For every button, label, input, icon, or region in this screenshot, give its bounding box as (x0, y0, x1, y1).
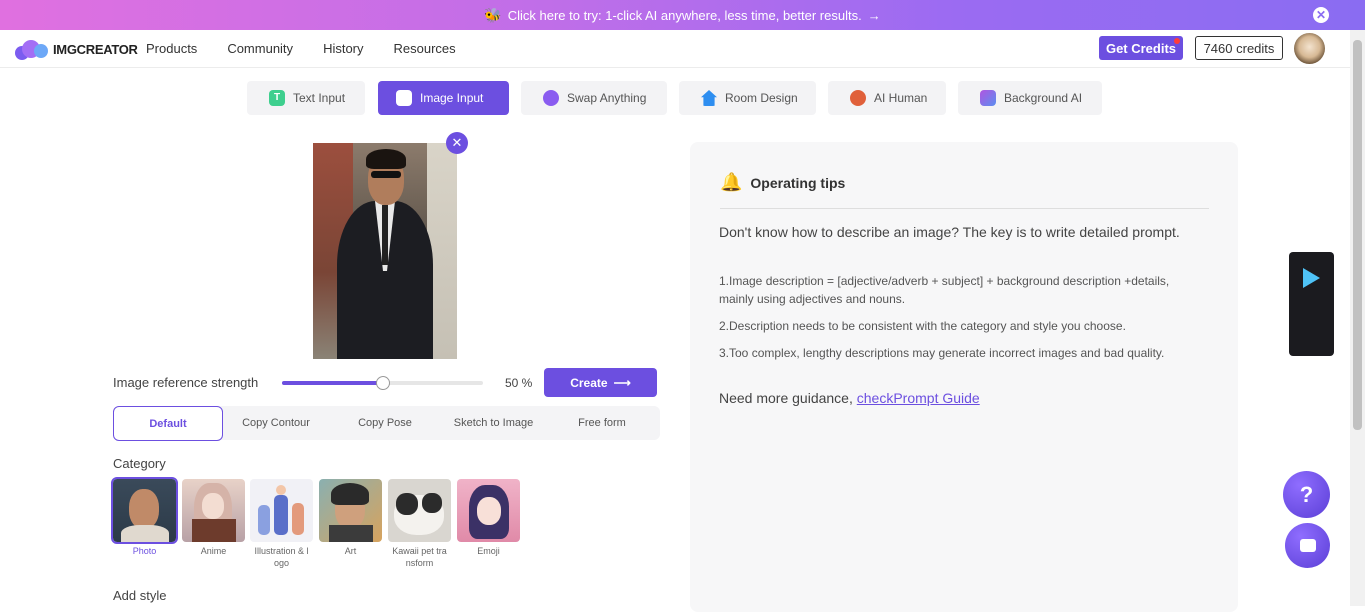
logo[interactable]: IMGCREATOR (15, 38, 138, 60)
category-emoji-label: Emoji (477, 546, 500, 556)
strength-slider-fill (282, 381, 383, 385)
strength-slider-handle[interactable] (375, 376, 390, 390)
tab-swap-anything[interactable]: Swap Anything (521, 81, 667, 115)
guidance-text: Need more guidance, (719, 390, 857, 406)
category-photo-thumb (111, 477, 178, 544)
google-play-icon[interactable] (1303, 268, 1320, 288)
arrow-right-icon: → (867, 7, 881, 23)
tip-item-2: 2.Description needs to be consistent wit… (719, 319, 1126, 333)
category-anime[interactable]: Anime (182, 479, 245, 557)
face-icon (850, 90, 866, 106)
tips-intro: Don't know how to describe an image? The… (719, 224, 1180, 240)
chat-button[interactable] (1285, 523, 1330, 568)
logo-icon (15, 38, 49, 60)
notification-dot (1174, 38, 1180, 44)
nav-links: Products Community History Resources (146, 41, 486, 56)
nav-community[interactable]: Community (227, 41, 293, 56)
guidance-line: Need more guidance, checkPrompt Guide (719, 390, 980, 406)
avatar[interactable] (1294, 33, 1325, 64)
tab-ai-human-label: AI Human (874, 91, 928, 105)
image-icon (396, 90, 412, 106)
apple-icon[interactable] (1301, 318, 1321, 340)
nav-products[interactable]: Products (146, 41, 197, 56)
promo-banner-text[interactable]: Click here to try: 1-click AI anywhere, … (508, 8, 862, 23)
tab-room-design-label: Room Design (725, 91, 798, 105)
prompt-guide-link[interactable]: checkPrompt Guide (857, 390, 980, 406)
create-label: Create (570, 375, 608, 390)
mode-copy-pose[interactable]: Copy Pose (337, 406, 433, 440)
strength-slider[interactable] (282, 376, 483, 390)
category-emoji[interactable]: Emoji (457, 479, 520, 557)
tab-image-input[interactable]: Image Input (378, 81, 509, 115)
tips-header: 🔔 Operating tips (720, 172, 845, 193)
tip-item-1: 1.Image description = [adjective/adverb … (719, 274, 1170, 306)
operating-tips-panel: 🔔 Operating tips Don't know how to descr… (690, 142, 1238, 612)
tips-title: Operating tips (750, 174, 846, 191)
remove-image-button[interactable]: ✕ (446, 132, 468, 154)
nav-resources[interactable]: Resources (394, 41, 456, 56)
help-button[interactable]: ? (1283, 471, 1330, 518)
chat-icon (1299, 539, 1316, 552)
layers-icon (980, 90, 996, 106)
category-illustration-label: Illustration & l ogo (254, 546, 309, 568)
palette-icon (543, 90, 559, 106)
logo-text: IMGCREATOR (53, 41, 138, 57)
mode-sketch-to-image[interactable]: Sketch to Image (441, 406, 546, 440)
tab-ai-human[interactable]: AI Human (828, 81, 946, 115)
category-illustration-logo[interactable]: Illustration & l ogo (250, 479, 313, 569)
category-art-thumb (319, 479, 382, 542)
category-anime-thumb (182, 479, 245, 542)
category-kawaii-label: Kawaii pet tra nsform (392, 546, 447, 568)
top-nav: IMGCREATOR Products Community History Re… (0, 30, 1350, 68)
tab-background-ai[interactable]: Background AI (958, 81, 1102, 115)
strength-value: 50 % (505, 376, 533, 390)
page-scrollbar[interactable] (1350, 30, 1365, 606)
scrollbar-thumb[interactable] (1353, 40, 1362, 430)
category-emoji-thumb (457, 479, 520, 542)
tab-background-ai-label: Background AI (1004, 91, 1083, 105)
text-icon: T (269, 90, 285, 106)
tab-text-input-label: Text Input (293, 91, 346, 105)
category-photo-label: Photo (132, 546, 157, 556)
tips-divider (720, 208, 1209, 209)
tab-swap-anything-label: Swap Anything (567, 91, 647, 105)
get-credits-label: Get Credits (1105, 40, 1177, 56)
mode-default[interactable]: Default (113, 406, 223, 441)
category-anime-label: Anime (200, 546, 227, 556)
get-credits-button[interactable]: Get Credits (1099, 36, 1183, 60)
category-photo[interactable]: Photo (111, 477, 178, 557)
bell-icon: 🔔 (720, 172, 743, 192)
create-button[interactable]: Create ⟶ (544, 368, 657, 397)
app-store-widget (1289, 252, 1334, 356)
uploaded-image (313, 143, 457, 359)
tab-text-input[interactable]: T Text Input (247, 81, 365, 115)
category-illustration-thumb (250, 479, 313, 542)
mode-free-form[interactable]: Free form (553, 406, 651, 440)
reference-mode-selector: Default Copy Contour Copy Pose Sketch to… (113, 406, 660, 441)
tip-item-3: 3.Too complex, lengthy descriptions may … (719, 346, 1165, 360)
tab-room-design[interactable]: Room Design (679, 81, 816, 115)
mode-copy-contour[interactable]: Copy Contour (225, 406, 327, 440)
arrow-right-icon: ⟶ (613, 375, 631, 390)
category-kawaii-pet[interactable]: Kawaii pet tra nsform (388, 479, 451, 569)
tab-image-input-label: Image Input (420, 91, 484, 105)
add-style-title: Add style (113, 588, 167, 603)
category-title: Category (113, 456, 166, 471)
strength-label: Image reference strength (113, 375, 259, 390)
category-kawaii-thumb (388, 479, 451, 542)
credits-balance[interactable]: 7460 credits (1195, 36, 1283, 60)
nav-history[interactable]: History (323, 41, 363, 56)
promo-banner[interactable]: 🐝 Click here to try: 1-click AI anywhere… (0, 0, 1365, 30)
category-art[interactable]: Art (319, 479, 382, 557)
category-art-label: Art (344, 546, 357, 556)
close-banner-button[interactable]: ✕ (1313, 7, 1329, 23)
bee-icon: 🐝 (484, 6, 502, 23)
house-icon (701, 90, 717, 106)
